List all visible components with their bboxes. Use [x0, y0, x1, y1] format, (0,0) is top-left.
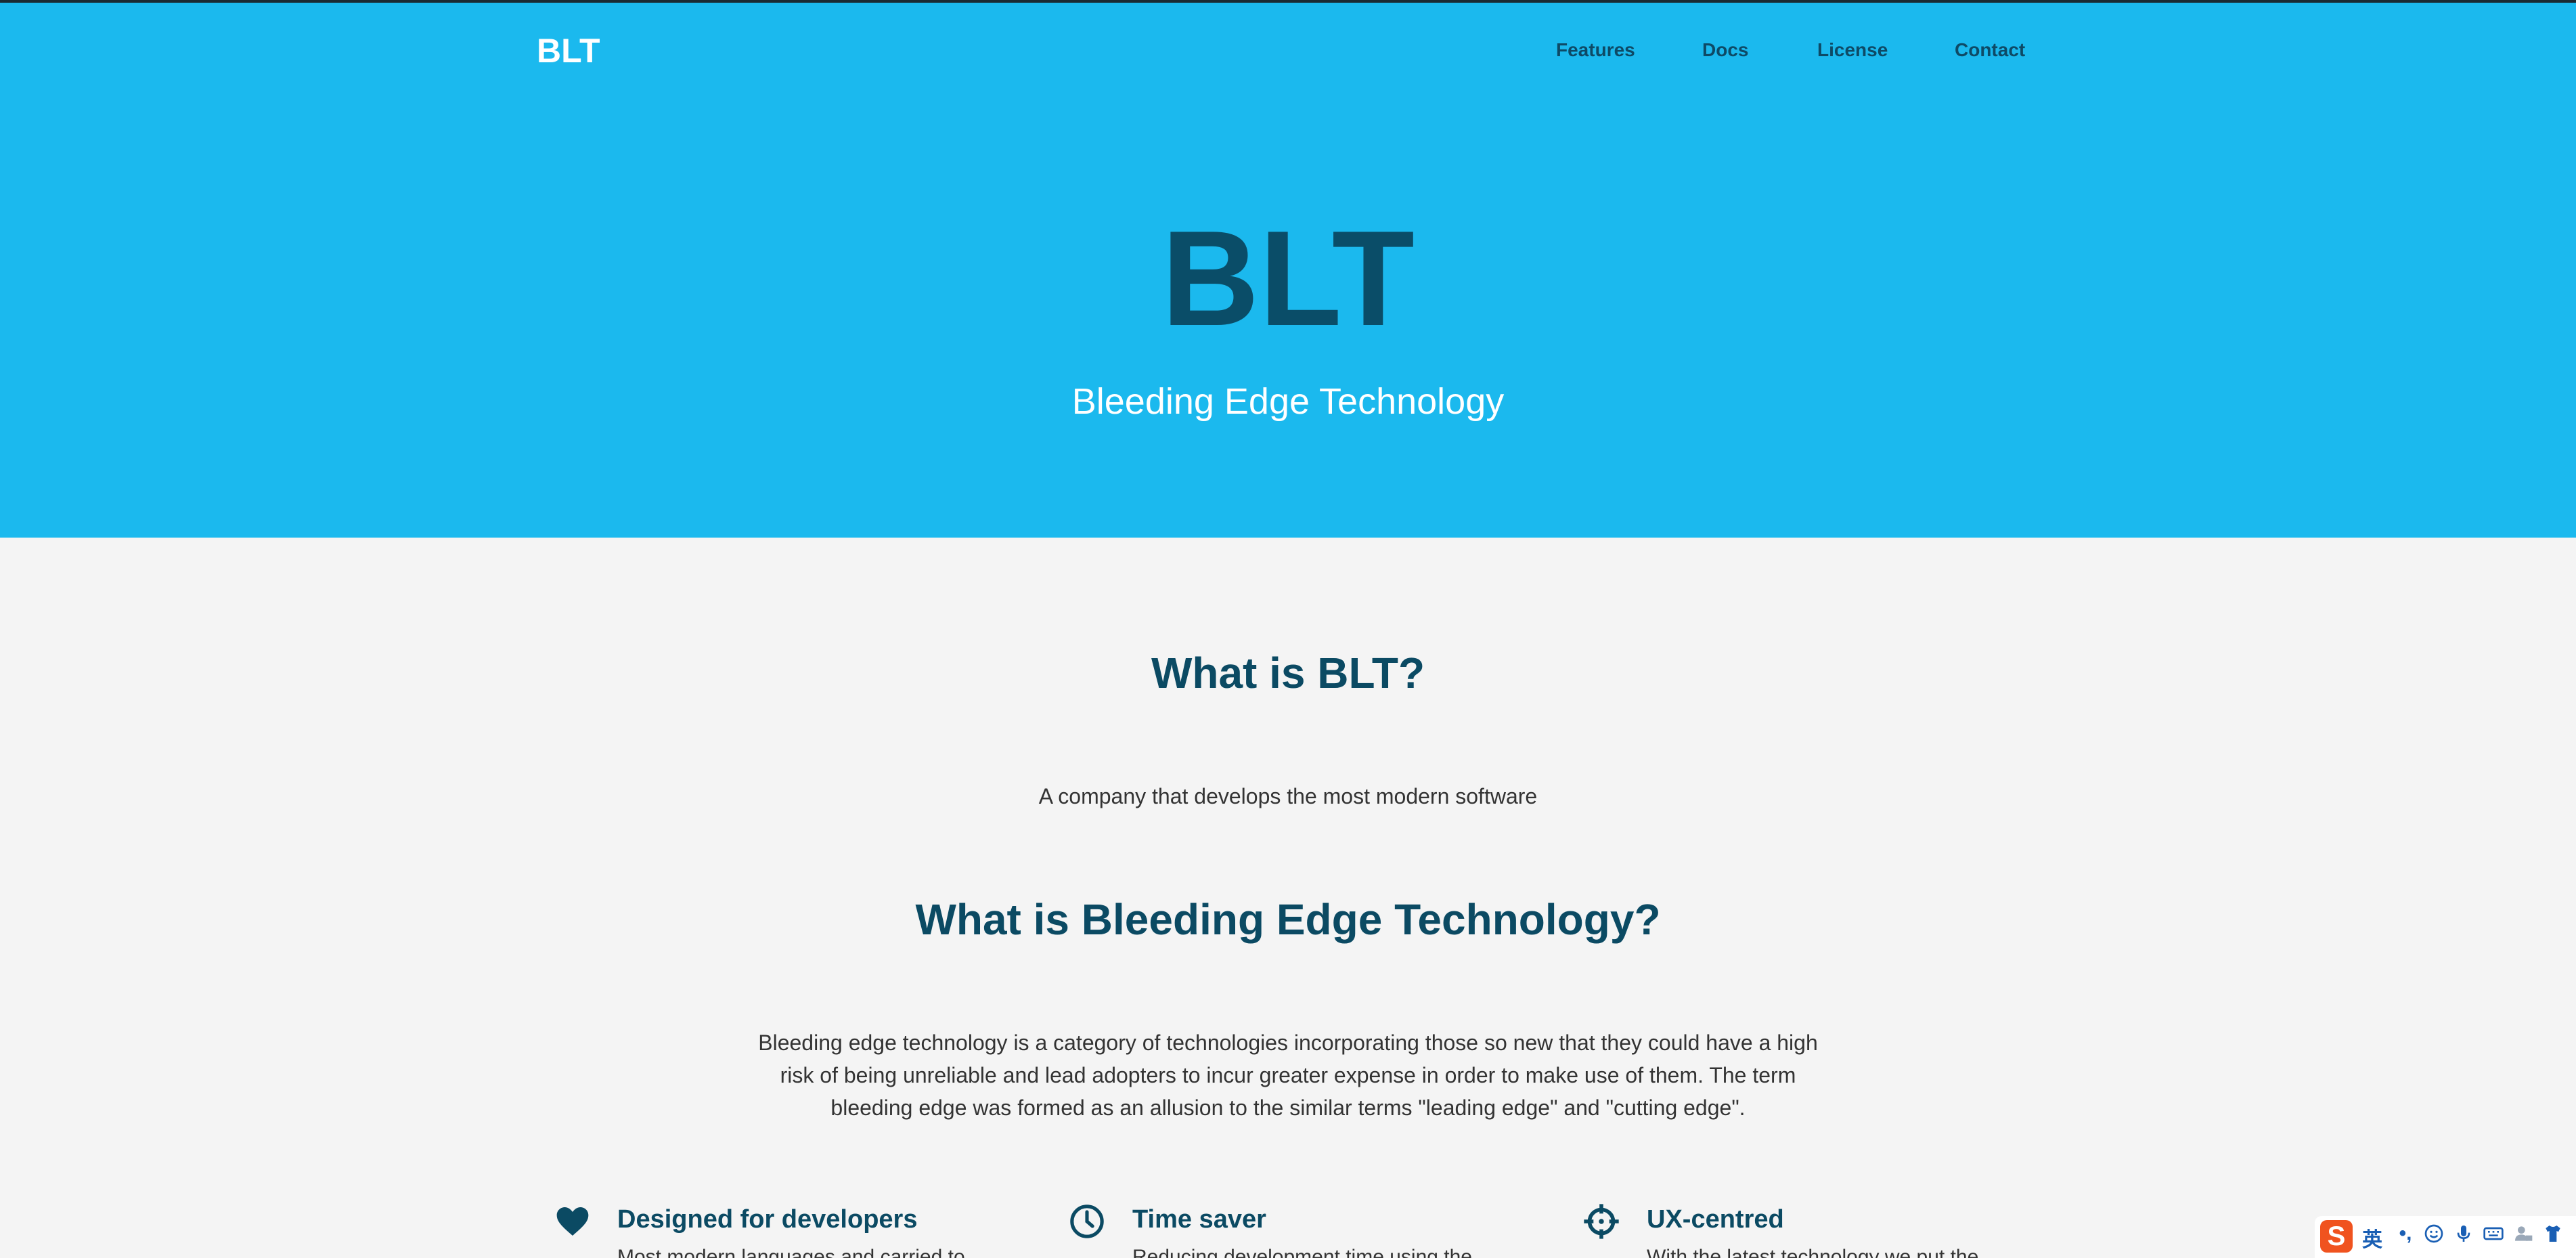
clock-icon [1070, 1205, 1104, 1238]
nav-features[interactable]: Features [1556, 39, 1635, 61]
ime-logo-icon[interactable]: S [2320, 1220, 2353, 1253]
nav-contact[interactable]: Contact [1955, 39, 2025, 61]
ime-punctuation-toggle[interactable]: •, [2395, 1223, 2416, 1244]
about-heading: What is BLT? [1151, 649, 1425, 697]
feature-title-time-saver: Time saver [1132, 1205, 1266, 1234]
brand-logo[interactable]: BLT [537, 31, 600, 70]
definition-line-1: Bleeding edge technology is a category o… [758, 1031, 1818, 1055]
definition-line-2: risk of being unreliable and lead adopte… [780, 1063, 1796, 1087]
emoji-icon[interactable] [2423, 1223, 2445, 1244]
nav-docs[interactable]: Docs [1702, 39, 1748, 61]
nav-license[interactable]: License [1817, 39, 1888, 61]
hero-subtitle: Bleeding Edge Technology [1071, 381, 1505, 422]
feature-title-ux: UX-centred [1647, 1205, 1784, 1234]
ime-language-toggle[interactable]: 英 [2362, 1223, 2382, 1253]
user-icon[interactable] [2512, 1223, 2534, 1244]
keyboard-icon[interactable] [2483, 1223, 2504, 1244]
heart-icon [556, 1207, 589, 1236]
definition-heading: What is Bleeding Edge Technology? [915, 895, 1661, 944]
ime-toolbar[interactable] [2315, 1216, 2576, 1258]
hero-title: BLT [1161, 203, 1415, 354]
feature-desc-ux: With the latest technology we put the [1647, 1246, 1979, 1258]
feature-title-developers: Designed for developers [617, 1205, 918, 1234]
feature-desc-time-saver: Reducing development time using the [1132, 1246, 1472, 1258]
crosshair-icon [1584, 1204, 1619, 1239]
about-text: A company that develops the most modern … [1038, 784, 1538, 808]
microphone-icon[interactable] [2453, 1223, 2474, 1244]
definition-line-3: bleeding edge was formed as an allusion … [830, 1096, 1746, 1120]
feature-desc-developers: Most modern languages and carried to [617, 1246, 965, 1258]
skin-shirt-icon[interactable] [2542, 1223, 2564, 1244]
